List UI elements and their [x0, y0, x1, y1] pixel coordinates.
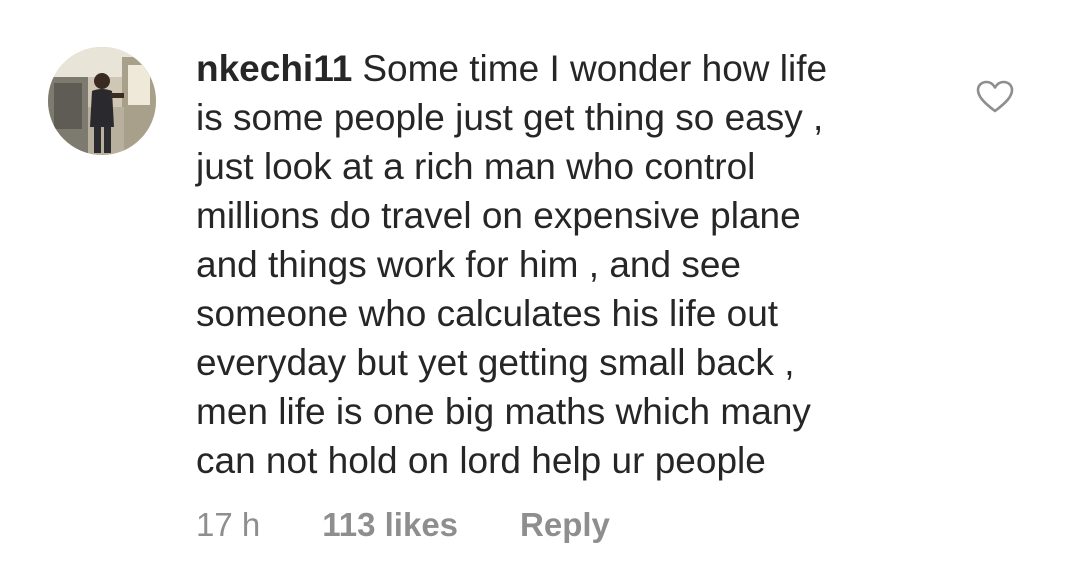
comment-line: just look at a rich man who control: [196, 146, 756, 187]
comment-line: someone who calculates his life out: [196, 293, 779, 334]
avatar-photo: [48, 47, 156, 155]
reply-button[interactable]: Reply: [520, 506, 610, 544]
comment-line: everyday but yet getting small back ,: [196, 342, 795, 383]
avatar[interactable]: [48, 47, 156, 155]
comment-line: nkechi11 Some time I wonder how life: [196, 44, 936, 93]
username-link[interactable]: nkechi11: [196, 48, 352, 89]
comment-line: and things work for him , and see: [196, 244, 742, 285]
like-button[interactable]: [976, 80, 1014, 114]
timestamp: 17 h: [196, 506, 261, 543]
comment-meta: 17 h 113 likes Reply: [196, 503, 610, 547]
comment-line: millions do travel on expensive plane: [196, 195, 801, 236]
comment-text: Some time I wonder how life: [362, 48, 828, 89]
comment-line: can not hold on lord help ur people: [196, 440, 766, 481]
heart-outline-icon: [976, 80, 1014, 113]
comment-line: men life is one big maths which many: [196, 391, 811, 432]
comment-body: nkechi11 Some time I wonder how life is s…: [196, 44, 936, 485]
comment-item: nkechi11 Some time I wonder how life is s…: [0, 0, 1080, 573]
likes-count-button[interactable]: 113 likes: [322, 506, 458, 544]
comment-line: is some people just get thing so easy ,: [196, 97, 824, 138]
